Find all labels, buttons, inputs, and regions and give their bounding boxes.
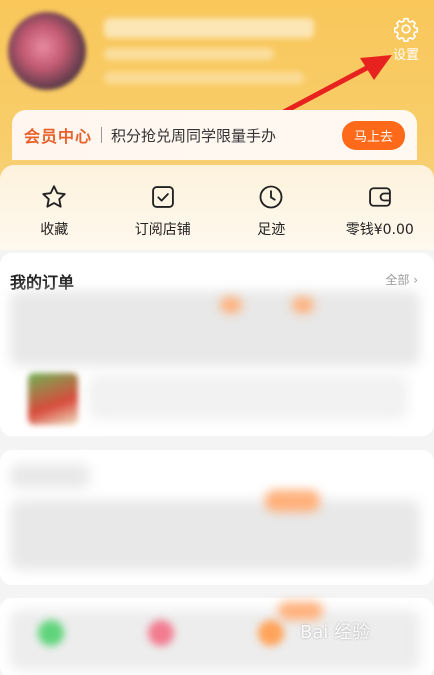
settings-button[interactable]: 设置 — [386, 16, 426, 63]
all-orders-link[interactable]: 全部 › — [385, 271, 418, 288]
subscribed-shops-item[interactable]: 订阅店铺 — [109, 165, 218, 250]
order-thumbnail[interactable] — [28, 373, 78, 425]
tool-icon-blurred — [38, 620, 64, 646]
orders-title: 我的订单 — [10, 273, 75, 292]
services-row-blurred — [10, 500, 420, 570]
gear-icon — [393, 17, 419, 42]
go-now-button[interactable]: 马上去 — [341, 120, 405, 150]
clock-icon — [259, 185, 283, 209]
wallet-label: 零钱¥0.00 — [345, 222, 414, 238]
member-center-banner[interactable]: 会员中心 积分抢兑周同学限量手办 马上去 — [12, 110, 417, 160]
orders-card: 我的订单 全部 › — [0, 253, 434, 436]
order-status-row-blurred — [10, 291, 420, 366]
checkbox-icon — [151, 186, 174, 208]
quick-actions-row: 收藏 订阅店铺 足迹 零钱¥0.00 — [0, 165, 434, 250]
avatar[interactable] — [8, 12, 86, 90]
user-stats-blurred — [104, 72, 304, 84]
settings-label: 设置 — [392, 48, 419, 63]
member-promo-text: 积分抢兑周同学限量手办 — [111, 126, 277, 145]
favorites-label: 收藏 — [40, 222, 69, 238]
username-blurred — [104, 18, 314, 38]
services-card — [0, 450, 434, 585]
section-title-blurred — [10, 464, 90, 488]
badge-blurred — [292, 297, 314, 313]
watermark: Bai 经验 — [300, 622, 371, 643]
history-item[interactable]: 足迹 — [217, 165, 326, 250]
order-info-blurred — [88, 375, 408, 419]
favorites-item[interactable]: 收藏 — [0, 165, 109, 250]
wallet-icon — [368, 187, 391, 207]
subscribed-shops-label: 订阅店铺 — [134, 222, 191, 238]
divider — [101, 127, 103, 143]
star-icon — [42, 185, 66, 208]
badge-blurred — [265, 490, 320, 512]
member-center-title: 会员中心 — [24, 127, 93, 146]
history-label: 足迹 — [257, 222, 286, 238]
wallet-item[interactable]: 零钱¥0.00 — [326, 165, 434, 250]
user-meta-blurred — [104, 48, 274, 60]
badge-blurred — [220, 297, 242, 313]
tool-icon-blurred — [148, 620, 174, 646]
tool-icon-blurred — [258, 620, 284, 646]
